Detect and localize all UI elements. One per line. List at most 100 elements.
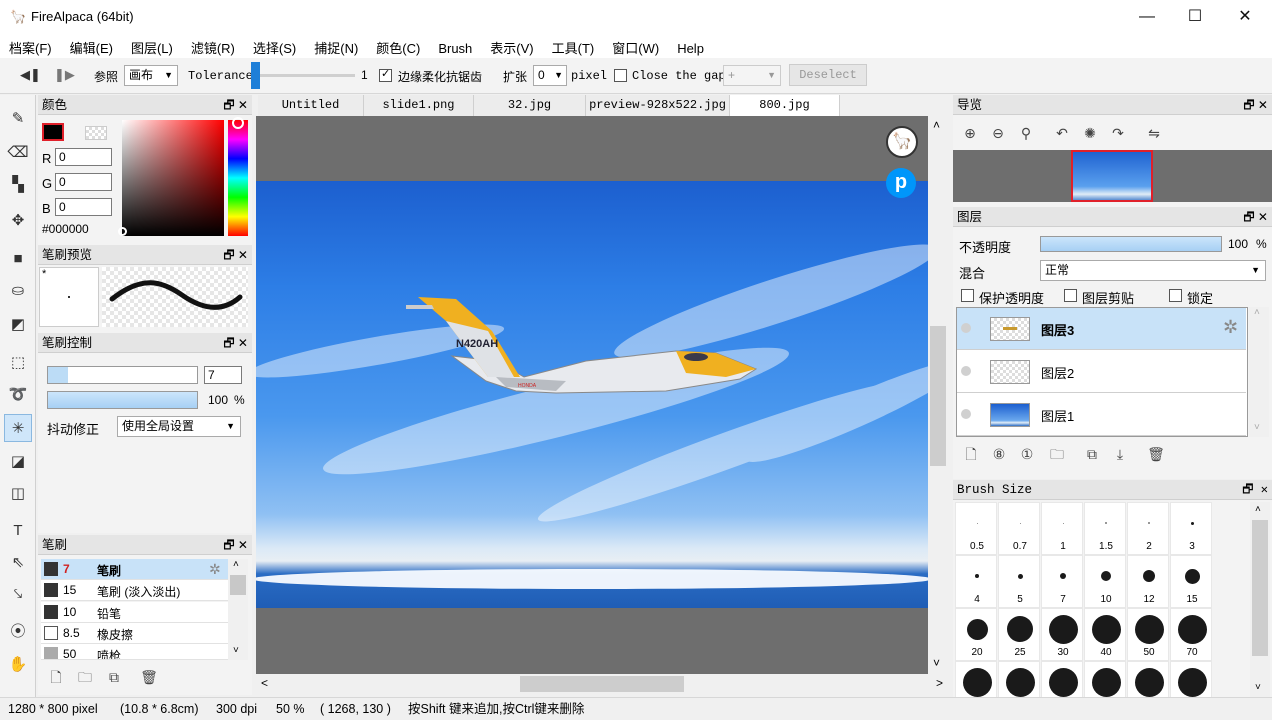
navigator-viewport[interactable] xyxy=(1071,150,1153,202)
pen-tool-icon[interactable]: ✎ xyxy=(4,105,32,133)
antialias-checkbox[interactable]: ✓ xyxy=(379,68,392,82)
prev-frame-icon[interactable]: ◀❚ xyxy=(20,67,41,83)
move-tool-icon[interactable]: ✥ xyxy=(4,207,32,235)
gear-icon[interactable]: ✲ xyxy=(209,561,221,578)
g-input[interactable]: 0 xyxy=(55,173,112,191)
panel-restore-close-icon[interactable]: 🗗 ✕ xyxy=(223,245,248,265)
clipping-checkbox[interactable] xyxy=(1064,289,1077,302)
scroll-left-icon[interactable]: < xyxy=(261,676,268,690)
brush-size-input[interactable]: 7 xyxy=(204,366,242,384)
layer-row[interactable]: 图层2 xyxy=(957,351,1246,393)
tab-32[interactable]: 32.jpg xyxy=(474,95,586,116)
reference-select[interactable]: 画布 ▼ xyxy=(124,65,178,86)
menu-tools[interactable]: 工具(T) xyxy=(543,34,604,58)
firealpaca-mascot-icon[interactable]: 🦙 xyxy=(886,126,918,158)
scrollbar-thumb[interactable] xyxy=(930,326,946,466)
gear-icon[interactable]: ✲ xyxy=(1223,317,1238,338)
scrollbar-thumb[interactable] xyxy=(230,575,246,595)
bucket-tool-icon[interactable]: ⛀ xyxy=(4,277,32,305)
b-input[interactable]: 0 xyxy=(55,198,112,216)
dot-tool-icon[interactable]: ▚ xyxy=(4,171,32,199)
scroll-up-icon[interactable]: ˄ xyxy=(1255,504,1261,515)
brush-size-cell[interactable]: 5 xyxy=(998,555,1040,608)
stabilizer-select[interactable]: 使用全局设置 ▼ xyxy=(117,416,241,437)
tab-untitled[interactable]: Untitled xyxy=(258,95,364,116)
scrollbar-thumb[interactable] xyxy=(1252,520,1268,656)
duplicate-icon[interactable]: ⧉ xyxy=(105,668,123,686)
brush-size-cell[interactable]: 30 xyxy=(1041,608,1083,661)
brush-size-cell[interactable]: 1 xyxy=(1041,502,1083,555)
brush-size-cell[interactable]: 40 xyxy=(1084,608,1126,661)
menu-snap[interactable]: 捕捉(N) xyxy=(305,34,367,58)
panel-restore-close-icon[interactable]: 🗗 ✕ xyxy=(223,95,248,115)
brush-item[interactable]: 15 笔刷 (淡入淡出) xyxy=(41,580,228,601)
brush-size-cell[interactable]: 0.7 xyxy=(998,502,1040,555)
select-rect-tool-icon[interactable]: ⬚ xyxy=(4,349,32,377)
menu-window[interactable]: 窗口(W) xyxy=(603,34,668,58)
menu-view[interactable]: 表示(V) xyxy=(481,34,542,58)
scroll-up-icon[interactable]: ˄ xyxy=(233,559,239,570)
menu-select[interactable]: 选择(S) xyxy=(244,34,305,58)
menu-layer[interactable]: 图层(L) xyxy=(122,34,182,58)
scroll-right-icon[interactable]: > xyxy=(936,676,943,690)
brush-size-cell[interactable]: 70 xyxy=(1170,608,1212,661)
gradient-tool-icon[interactable]: ◩ xyxy=(4,311,32,339)
new-folder-icon[interactable]: 🗀 xyxy=(1048,445,1066,463)
brush-opacity-slider[interactable] xyxy=(47,391,198,409)
canvas-vscrollbar[interactable]: ˄ ˅ xyxy=(928,116,948,674)
close-button[interactable]: ✕ xyxy=(1220,0,1270,34)
scroll-up-icon[interactable]: ˄ xyxy=(933,118,940,132)
tab-800[interactable]: 800.jpg xyxy=(730,95,840,116)
hue-cursor[interactable] xyxy=(232,117,244,129)
brush-item[interactable]: 50 喷枪 xyxy=(41,644,228,660)
brush-item[interactable]: 8.5 橡皮擦 xyxy=(41,623,228,644)
saturation-value-picker[interactable] xyxy=(122,120,224,236)
brush-size-cell[interactable]: 4 xyxy=(955,555,997,608)
image-canvas[interactable]: N420AH HONDA xyxy=(256,181,928,608)
panel-restore-close-icon[interactable]: 🗗 ✕ xyxy=(1243,207,1268,227)
eraser-tool-icon[interactable]: ⌫ xyxy=(4,139,32,167)
merge-down-icon[interactable]: ⤓ xyxy=(1111,445,1129,463)
protect-alpha-checkbox[interactable] xyxy=(961,289,974,302)
canvas-hscrollbar[interactable]: < > xyxy=(256,674,948,694)
duplicate-layer-icon[interactable]: ⧉ xyxy=(1083,445,1101,463)
menu-filter[interactable]: 滤镜(R) xyxy=(182,34,244,58)
menu-file[interactable]: 档案(F) xyxy=(0,34,61,58)
folder-icon[interactable]: 🗀 xyxy=(76,668,94,686)
lock-checkbox[interactable] xyxy=(1169,289,1182,302)
scroll-down-icon[interactable]: ˅ xyxy=(233,645,239,656)
rotate-reset-icon[interactable]: ✺ xyxy=(1081,124,1099,142)
brush-size-slider[interactable] xyxy=(47,366,198,384)
fill-rect-tool-icon[interactable]: ■ xyxy=(4,245,32,273)
brush-list-scrollbar[interactable]: ˄ ˅ xyxy=(228,559,248,660)
tab-preview[interactable]: preview-928x522.jpg xyxy=(586,95,730,116)
brush-size-cell[interactable]: 25 xyxy=(998,608,1040,661)
scrollbar-thumb[interactable] xyxy=(520,676,684,692)
brush-size-scrollbar[interactable]: ˄ ˅ xyxy=(1250,502,1270,697)
brush-size-cell[interactable]: 20 xyxy=(955,608,997,661)
scroll-down-icon[interactable]: ˅ xyxy=(1255,682,1261,693)
brush-size-cell[interactable]: 15 xyxy=(1170,555,1212,608)
panel-restore-close-icon[interactable]: 🗗 ✕ xyxy=(223,535,248,555)
dropper-tool-icon[interactable]: ⤥ xyxy=(4,581,32,609)
canvas-area[interactable]: N420AH HONDA 🦙 p xyxy=(256,116,928,674)
brush-size-cell[interactable]: 10 xyxy=(1084,555,1126,608)
close-gap-select[interactable]: + ▼ xyxy=(723,65,781,86)
pixiv-icon[interactable]: p xyxy=(886,168,916,198)
r-input[interactable]: 0 xyxy=(55,148,112,166)
new-layer-icon[interactable]: 🗋 xyxy=(962,445,980,463)
brush-size-cell[interactable]: 1.5 xyxy=(1084,502,1126,555)
menu-color[interactable]: 颜色(C) xyxy=(367,34,429,58)
new-1bit-layer-icon[interactable]: ① xyxy=(1018,445,1036,463)
hand-tool-icon[interactable]: ✋ xyxy=(4,651,32,679)
zoom-reset-icon[interactable]: ⚲ xyxy=(1017,124,1035,142)
tab-slide1[interactable]: slide1.png xyxy=(364,95,474,116)
brush-item[interactable]: 10 铅笔 xyxy=(41,602,228,623)
tolerance-slider-handle[interactable] xyxy=(251,62,260,89)
brush-size-cell[interactable]: 50 xyxy=(1127,608,1169,661)
brush-size-cell[interactable]: 0.5 xyxy=(955,502,997,555)
select-pen-tool-icon[interactable]: ◪ xyxy=(4,448,32,476)
blend-mode-select[interactable]: 正常 ▼ xyxy=(1040,260,1266,281)
expand-select[interactable]: 0 ▼ xyxy=(533,65,567,86)
background-color-swatch[interactable] xyxy=(85,126,107,140)
